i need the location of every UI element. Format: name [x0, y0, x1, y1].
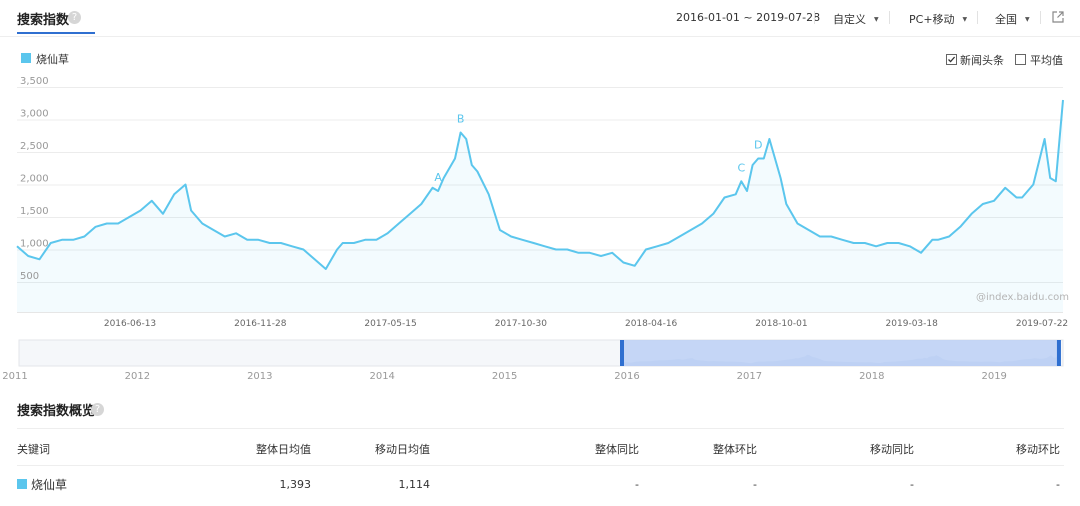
- column-header-mobile-avg: 移动日均值: [375, 443, 430, 456]
- slider-year-label: 2013: [247, 371, 272, 382]
- search-index-chart[interactable]: 500 1,000 1,500 2,000 2,500 3,000 3,500 2016-0…: [0, 0, 1080, 335]
- watermark: @index.baidu.com: [976, 292, 1070, 303]
- slider-year-label: 2018: [859, 371, 884, 382]
- mobile-avg-cell: 1,114: [398, 478, 431, 491]
- annotation-b: B: [457, 113, 465, 126]
- table-divider: [17, 465, 1064, 466]
- keyword-cell: 烧仙草: [31, 478, 68, 492]
- y-tick-label: 500: [20, 271, 39, 282]
- column-header-mobile-mom: 移动环比: [1016, 443, 1060, 456]
- x-tick-label: 2018-10-01: [755, 319, 807, 329]
- y-tick-label: 3,000: [20, 109, 49, 120]
- y-tick-label: 2,500: [20, 141, 49, 152]
- mobile-yoy-cell: -: [910, 478, 914, 491]
- slider-year-label: 2011: [2, 371, 27, 382]
- mobile-mom-cell: -: [1056, 478, 1060, 491]
- y-tick-label: 2,000: [20, 174, 49, 185]
- overall-mom-cell: -: [753, 478, 757, 491]
- slider-year-label: 2019: [981, 371, 1006, 382]
- keyword-swatch: [17, 479, 27, 489]
- x-tick-label: 2019-03-18: [886, 319, 939, 329]
- range-slider[interactable]: 2011 2012 2013 2014 2015 2016 2017 2018 2019: [0, 335, 1080, 385]
- help-icon[interactable]: ?: [91, 403, 104, 416]
- slider-end-handle[interactable]: [1056, 340, 1061, 366]
- column-header-overall-avg: 整体日均值: [256, 443, 311, 456]
- annotation-c: C: [737, 161, 745, 174]
- x-tick-label: 2019-07-22: [1016, 319, 1068, 329]
- annotation-a: A: [434, 171, 442, 184]
- overall-yoy-cell: -: [635, 478, 639, 491]
- slider-year-label: 2017: [737, 371, 762, 382]
- slider-start-handle[interactable]: [620, 340, 624, 366]
- table-divider: [17, 428, 1064, 429]
- column-header-overall-mom: 整体环比: [713, 443, 757, 456]
- y-tick-label: 1,500: [20, 206, 49, 217]
- overview-title: 搜索指数概览: [17, 404, 96, 419]
- slider-year-label: 2015: [492, 371, 517, 382]
- slider-year-label: 2014: [369, 371, 394, 382]
- x-tick-label: 2016-06-13: [104, 319, 156, 329]
- column-header-mobile-yoy: 移动同比: [870, 443, 914, 456]
- slider-selection[interactable]: [622, 340, 1059, 366]
- x-tick-label: 2018-04-16: [625, 319, 678, 329]
- y-tick-label: 3,500: [20, 76, 49, 87]
- column-header-keyword: 关键词: [17, 443, 50, 456]
- x-tick-label: 2017-05-15: [364, 319, 416, 329]
- slider-year-label: 2016: [614, 371, 639, 382]
- y-tick-label: 1,000: [20, 239, 49, 250]
- overall-avg-cell: 1,393: [279, 478, 312, 491]
- annotation-d: D: [754, 139, 762, 152]
- slider-year-label: 2012: [125, 371, 150, 382]
- x-tick-label: 2016-11-28: [234, 319, 287, 329]
- x-tick-label: 2017-10-30: [495, 319, 548, 329]
- series-area: [17, 100, 1063, 312]
- column-header-overall-yoy: 整体同比: [595, 443, 639, 456]
